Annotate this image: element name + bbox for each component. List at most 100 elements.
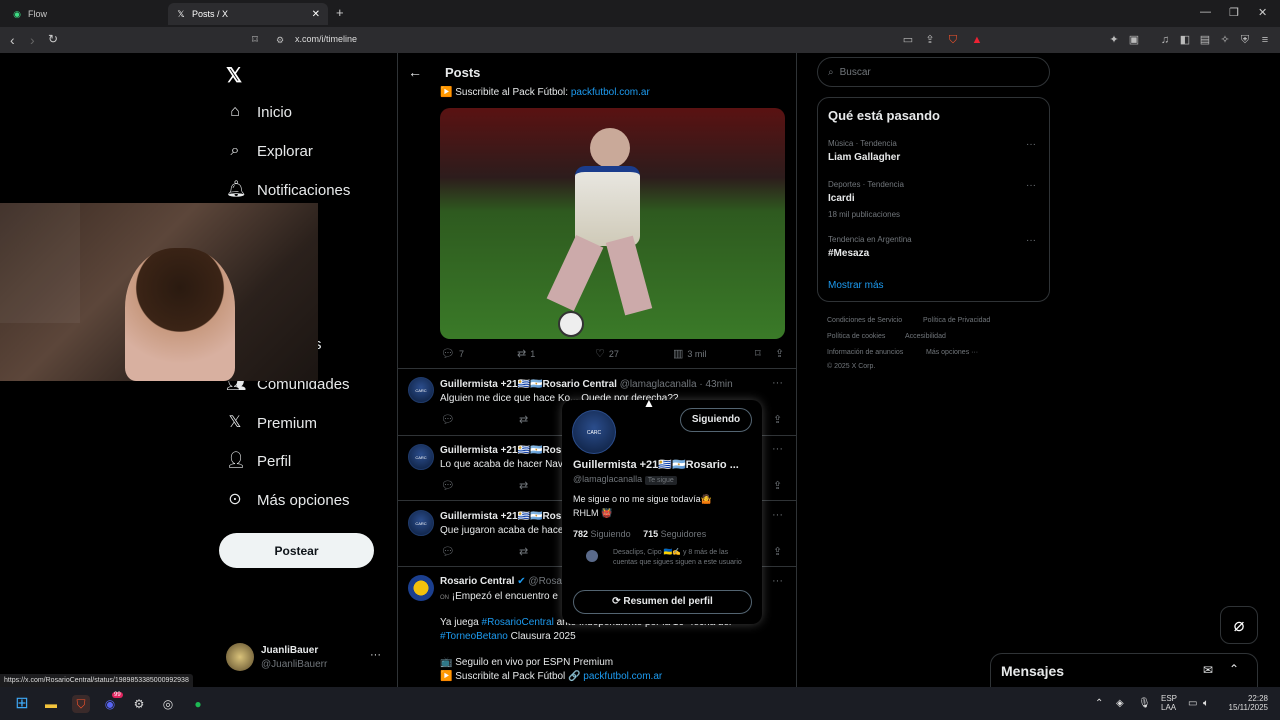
chevron-up-icon[interactable]: ⌃ <box>1095 698 1103 709</box>
footer-link[interactable]: Accesibilidad <box>905 333 946 340</box>
avatar[interactable]: CARC <box>408 444 434 470</box>
more-icon[interactable]: ··· <box>772 509 783 521</box>
new-tab-button[interactable]: + <box>336 5 344 20</box>
back-icon[interactable]: ‹ <box>10 32 15 48</box>
site-settings-icon[interactable]: ⚙ <box>273 33 287 47</box>
post-author[interactable]: Guillermista +21🇺🇾🇦🇷Ros <box>440 511 561 522</box>
avatar[interactable]: CARC <box>572 410 616 454</box>
extensions-icon[interactable]: ✦ <box>1107 33 1121 47</box>
profile-summary-button[interactable]: ⟳ Resumen del perfil <box>573 590 752 614</box>
profile-name[interactable]: Guillermista +21🇺🇾🇦🇷Rosario ... <box>573 458 739 471</box>
sidebar-item-mas-opciones[interactable]: ⊙ Más opciones <box>226 491 349 509</box>
maximize-button[interactable]: ❐ <box>1229 6 1239 19</box>
post-link[interactable]: packfutbol.com.ar <box>571 87 650 98</box>
network-tray-icon[interactable]: ◈ <box>1116 698 1124 709</box>
close-window-button[interactable]: ✕ <box>1258 6 1267 19</box>
following-button[interactable]: Siguiendo <box>680 408 752 432</box>
wallet-icon[interactable]: ▤ <box>1198 33 1212 47</box>
capture-icon[interactable]: ▣ <box>1127 33 1141 47</box>
account-menu-icon[interactable]: ··· <box>370 649 381 661</box>
language-indicator[interactable]: ESP LAA <box>1161 694 1177 712</box>
repost-button[interactable]: ⇄ <box>519 479 532 492</box>
repost-button[interactable]: ⇄ 1 <box>517 347 595 360</box>
footer-link[interactable]: Más opciones ··· <box>926 349 978 356</box>
post-image[interactable] <box>440 108 785 339</box>
share-icon[interactable]: ⇪ <box>773 479 782 492</box>
mutual-followers[interactable]: Desaclips, Cipo 🇺🇦✍️ y 8 más de las cuen… <box>613 548 753 568</box>
avatar[interactable]: CARC <box>408 510 434 536</box>
obs-icon[interactable]: ◎ <box>159 695 177 713</box>
clock[interactable]: 22:28 15/11/2025 <box>1226 694 1268 712</box>
share-button[interactable]: ⇪ <box>775 347 788 360</box>
more-icon[interactable]: ··· <box>772 443 783 455</box>
share-icon[interactable]: ⇪ <box>773 545 782 558</box>
minimize-button[interactable]: — <box>1200 6 1211 18</box>
sidebar-item-perfil[interactable]: 👤︎ Perfil <box>226 452 291 470</box>
monitor-icon[interactable]: ▭ <box>1188 698 1197 709</box>
new-message-icon[interactable]: ✉ <box>1203 663 1213 677</box>
reply-button[interactable]: 💬︎ <box>441 545 519 558</box>
footer-link[interactable]: Política de Privacidad <box>923 317 990 324</box>
footer-link[interactable]: Política de cookies <box>827 333 885 340</box>
avatar[interactable]: CARC <box>408 377 434 403</box>
share-icon[interactable]: ⇪ <box>773 413 782 426</box>
views-button[interactable]: ▥ 3 mil <box>673 347 755 360</box>
post-button[interactable]: Postear <box>219 533 374 568</box>
footer-link[interactable]: Información de anuncios <box>827 349 903 356</box>
microphone-icon[interactable]: 🎙︎ <box>1138 698 1151 709</box>
tab-posts-x[interactable]: 𝕏 Posts / X ✕ <box>168 3 328 25</box>
vpn-icon[interactable]: ⛨ <box>1238 33 1252 47</box>
reply-button[interactable]: 💬︎ <box>441 413 519 426</box>
volume-icon[interactable]: 🔈︎ <box>1203 698 1209 709</box>
avatar[interactable] <box>408 575 434 601</box>
reply-button[interactable]: 💬︎ 7 <box>441 347 517 360</box>
grok-icon[interactable]: ⌀ <box>1220 606 1258 644</box>
x-logo-icon[interactable]: 𝕏 <box>226 63 242 88</box>
sidebar-item-explorar[interactable]: ⌕ Explorar <box>226 142 313 160</box>
brave-browser-icon[interactable]: ⛉ <box>72 695 90 713</box>
bookmark-button[interactable]: ⌑ <box>755 347 775 360</box>
reload-icon[interactable]: ↻ <box>48 32 58 46</box>
like-button[interactable]: ♡ 27 <box>595 347 673 360</box>
repost-button[interactable]: ⇄ <box>519 545 532 558</box>
show-more-link[interactable]: Mostrar más <box>828 280 884 291</box>
close-tab-icon[interactable]: ✕ <box>312 9 320 20</box>
trend-item[interactable]: Tendencia en Argentina #Mesaza <box>828 235 912 259</box>
more-icon[interactable]: ··· <box>772 377 783 389</box>
hashtag-link[interactable]: #TorneoBetano <box>440 631 508 642</box>
trend-item[interactable]: Deportes · Tendencia Icardi 18 mil publi… <box>828 180 904 219</box>
repost-button[interactable]: ⇄ <box>519 413 532 426</box>
brave-rewards-icon[interactable]: ▲ <box>970 33 984 47</box>
music-icon[interactable]: ♫ <box>1158 33 1172 47</box>
more-icon[interactable]: ··· <box>772 575 783 587</box>
hashtag-link[interactable]: #RosarioCentral <box>482 617 554 628</box>
avatar[interactable] <box>226 643 254 671</box>
sidebar-item-premium[interactable]: 𝕏 Premium <box>226 414 317 432</box>
share-icon[interactable]: ⇪ <box>923 33 937 47</box>
bookmark-icon[interactable]: ⌑ <box>248 33 262 47</box>
screen-icon[interactable]: ▭ <box>901 33 915 47</box>
sidebar-item-notificaciones[interactable]: 🔔︎ Notificaciones <box>226 181 350 199</box>
search-input[interactable]: ⌕ Buscar <box>817 57 1050 87</box>
tab-flow[interactable]: ◉ Flow <box>4 3 168 25</box>
windows-start-icon[interactable]: ⊞ <box>13 695 31 713</box>
sidebar-toggle-icon[interactable]: ◧ <box>1178 33 1192 47</box>
sidebar-item-inicio[interactable]: ⌂ Inicio <box>226 103 292 121</box>
trend-more-icon[interactable]: ··· <box>1026 180 1036 191</box>
forward-icon[interactable]: › <box>30 32 35 48</box>
ai-icon[interactable]: ✧ <box>1218 33 1232 47</box>
back-arrow-icon[interactable]: ← <box>408 64 422 80</box>
file-explorer-icon[interactable]: ▬ <box>42 695 60 713</box>
post-author[interactable]: Guillermista +21🇺🇾🇦🇷Ros <box>440 445 561 456</box>
menu-icon[interactable]: ≡ <box>1258 33 1272 47</box>
expand-icon[interactable]: ⌃ <box>1229 662 1239 676</box>
post-author[interactable]: Guillermista +21🇺🇾🇦🇷Rosario Central @lam… <box>440 379 733 390</box>
post-link[interactable]: packfutbol.com.ar <box>583 671 662 682</box>
brave-shield-icon[interactable]: ⛉ <box>946 33 960 47</box>
spotify-icon[interactable]: ● <box>189 695 207 713</box>
trend-item[interactable]: Música · Tendencia Liam Gallagher <box>828 139 900 163</box>
trend-more-icon[interactable]: ··· <box>1026 139 1036 150</box>
post-author[interactable]: Rosario Central ✔ @Rosa <box>440 576 562 587</box>
reply-button[interactable]: 💬︎ <box>441 479 519 492</box>
steam-icon[interactable]: ⚙ <box>130 695 148 713</box>
